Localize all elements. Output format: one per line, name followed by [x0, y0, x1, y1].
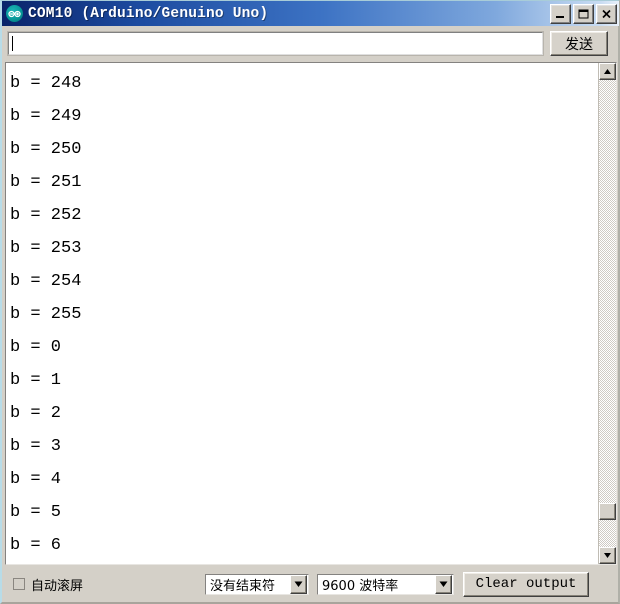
serial-output-text[interactable]: b = 248 b = 249 b = 250 b = 251 b = 252 b = 2… [6, 63, 598, 564]
console-line: b = 249 [10, 107, 82, 126]
autoscroll-checkbox[interactable] [13, 578, 25, 590]
send-button-label: 发送 [565, 36, 593, 53]
autoscroll-checkbox-group[interactable]: 自动滚屏 [13, 575, 83, 594]
window-title: COM10 (Arduino/Genuino Uno) [28, 5, 269, 22]
console-line: b = 255 [10, 305, 82, 324]
text-caret [12, 36, 13, 51]
console-line: b = 248 [10, 74, 82, 93]
console-line: b = 0 [10, 338, 62, 357]
baud-rate-dropdown[interactable]: 9600 波特率 [317, 573, 455, 595]
console-line: b = 4 [10, 470, 62, 489]
status-bar: 自动滚屏 没有结束符 9600 波特率 Clear output [5, 569, 617, 599]
scroll-up-button[interactable] [599, 63, 616, 80]
console-line: b = 253 [10, 239, 82, 258]
vertical-scrollbar[interactable] [598, 63, 616, 564]
close-button[interactable] [596, 3, 617, 24]
line-ending-dropdown[interactable]: 没有结束符 [205, 573, 310, 595]
maximize-icon [578, 9, 589, 18]
console-line: b = 1 [10, 371, 62, 390]
close-icon [602, 9, 611, 18]
chevron-down-icon [604, 553, 611, 558]
baud-rate-value: 9600 波特率 [322, 578, 399, 594]
scroll-thumb[interactable] [599, 503, 616, 520]
console-line: b = 2 [10, 404, 62, 423]
send-input[interactable] [7, 31, 544, 56]
console-line: b = 250 [10, 140, 82, 159]
console-line: b = 6 [10, 536, 62, 555]
scroll-down-button[interactable] [599, 547, 616, 564]
serial-monitor-window: COM10 (Arduino/Genuino Uno) 发送 b = 248 b… [0, 0, 620, 604]
console-line: b = 254 [10, 272, 82, 291]
maximize-button[interactable] [573, 3, 594, 24]
clear-output-label: Clear output [475, 576, 577, 592]
chevron-down-icon [294, 581, 303, 587]
console-line: b = 3 [10, 437, 62, 456]
line-ending-value: 没有结束符 [210, 578, 276, 594]
console-line: b = 252 [10, 206, 82, 225]
minimize-icon [556, 15, 564, 18]
baud-rate-dropdown-arrow[interactable] [435, 574, 453, 594]
console-line: b = 5 [10, 503, 62, 522]
send-button[interactable]: 发送 [550, 31, 608, 56]
line-ending-dropdown-arrow[interactable] [290, 574, 308, 594]
chevron-down-icon [439, 581, 448, 587]
chevron-up-icon [604, 69, 611, 74]
console-line: b = 251 [10, 173, 82, 192]
title-bar[interactable]: COM10 (Arduino/Genuino Uno) [2, 1, 619, 26]
send-bar: 发送 [5, 29, 617, 58]
minimize-button[interactable] [550, 3, 571, 24]
serial-output-frame: b = 248 b = 249 b = 250 b = 251 b = 252 b = 2… [5, 62, 617, 565]
arduino-logo-icon [6, 5, 23, 22]
clear-output-button[interactable]: Clear output [463, 571, 590, 597]
autoscroll-label: 自动滚屏 [31, 578, 84, 594]
